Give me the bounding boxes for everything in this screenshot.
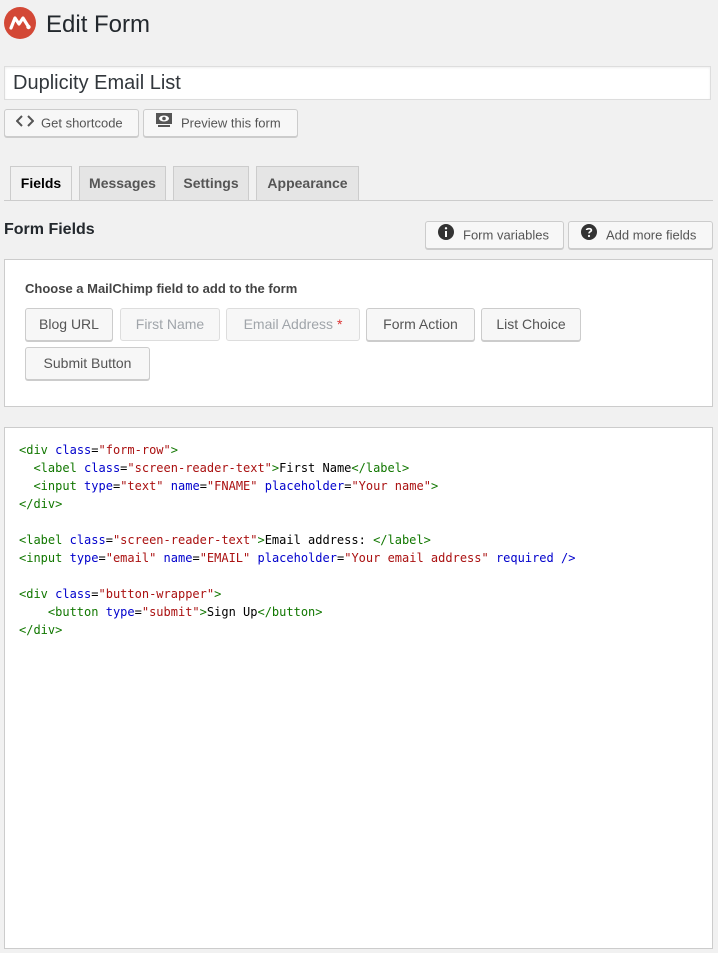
field-email-address-button[interactable]: Email Address * <box>226 308 360 341</box>
preview-eye-icon <box>155 111 173 137</box>
tab-messages[interactable]: Messages <box>79 166 166 200</box>
code-line: <div class="form-row"> <box>19 443 178 457</box>
field-list-choice-button[interactable]: List Choice <box>481 308 581 341</box>
code-line: </div> <box>19 497 63 511</box>
field-form-action-button[interactable]: Form Action <box>366 308 475 341</box>
help-icon <box>581 223 597 249</box>
field-blog-url-button[interactable]: Blog URL <box>25 308 113 341</box>
code-line: <button type="submit">Sign Up</button> <box>47 605 323 619</box>
tab-settings[interactable]: Settings <box>173 166 249 200</box>
field-first-name-button[interactable]: First Name <box>120 308 220 341</box>
page-title: Edit Form <box>46 11 151 38</box>
mailchimp-logo-icon <box>4 7 36 39</box>
tabs-divider <box>4 200 713 201</box>
code-line: <input type="text" name="FNAME" placehol… <box>33 479 439 493</box>
preview-form-label: Preview this form <box>181 115 281 131</box>
field-submit-button-button[interactable]: Submit Button <box>25 347 150 380</box>
field-email-address-label: Email Address <box>243 316 334 332</box>
field-chooser-panel: Choose a MailChimp field to add to the f… <box>4 259 713 407</box>
add-more-fields-button[interactable]: Add more fields <box>568 221 713 249</box>
code-line: <label class="screen-reader-text">First … <box>33 461 410 475</box>
add-more-fields-label: Add more fields <box>606 227 697 243</box>
code-line: <input type="email" name="EMAIL" placeho… <box>19 551 576 565</box>
tab-appearance[interactable]: Appearance <box>256 166 359 200</box>
code-line: </div> <box>19 623 63 637</box>
tab-fields[interactable]: Fields <box>10 166 72 201</box>
code-line: <label class="screen-reader-text">Email … <box>19 533 431 547</box>
code-icon <box>15 111 35 137</box>
get-shortcode-button[interactable]: Get shortcode <box>4 109 139 137</box>
field-chooser-heading: Choose a MailChimp field to add to the f… <box>25 281 298 296</box>
info-icon <box>438 223 454 249</box>
get-shortcode-label: Get shortcode <box>41 115 123 131</box>
form-variables-label: Form variables <box>463 227 549 243</box>
code-line: <div class="button-wrapper"> <box>19 587 222 601</box>
required-marker: * <box>336 316 343 332</box>
form-code-editor[interactable]: <div class="form-row"> <label class="scr… <box>4 427 713 949</box>
form-title-input[interactable] <box>4 66 711 100</box>
preview-form-button[interactable]: Preview this form <box>143 109 298 137</box>
section-title: Form Fields <box>4 221 95 238</box>
form-variables-button[interactable]: Form variables <box>425 221 564 249</box>
